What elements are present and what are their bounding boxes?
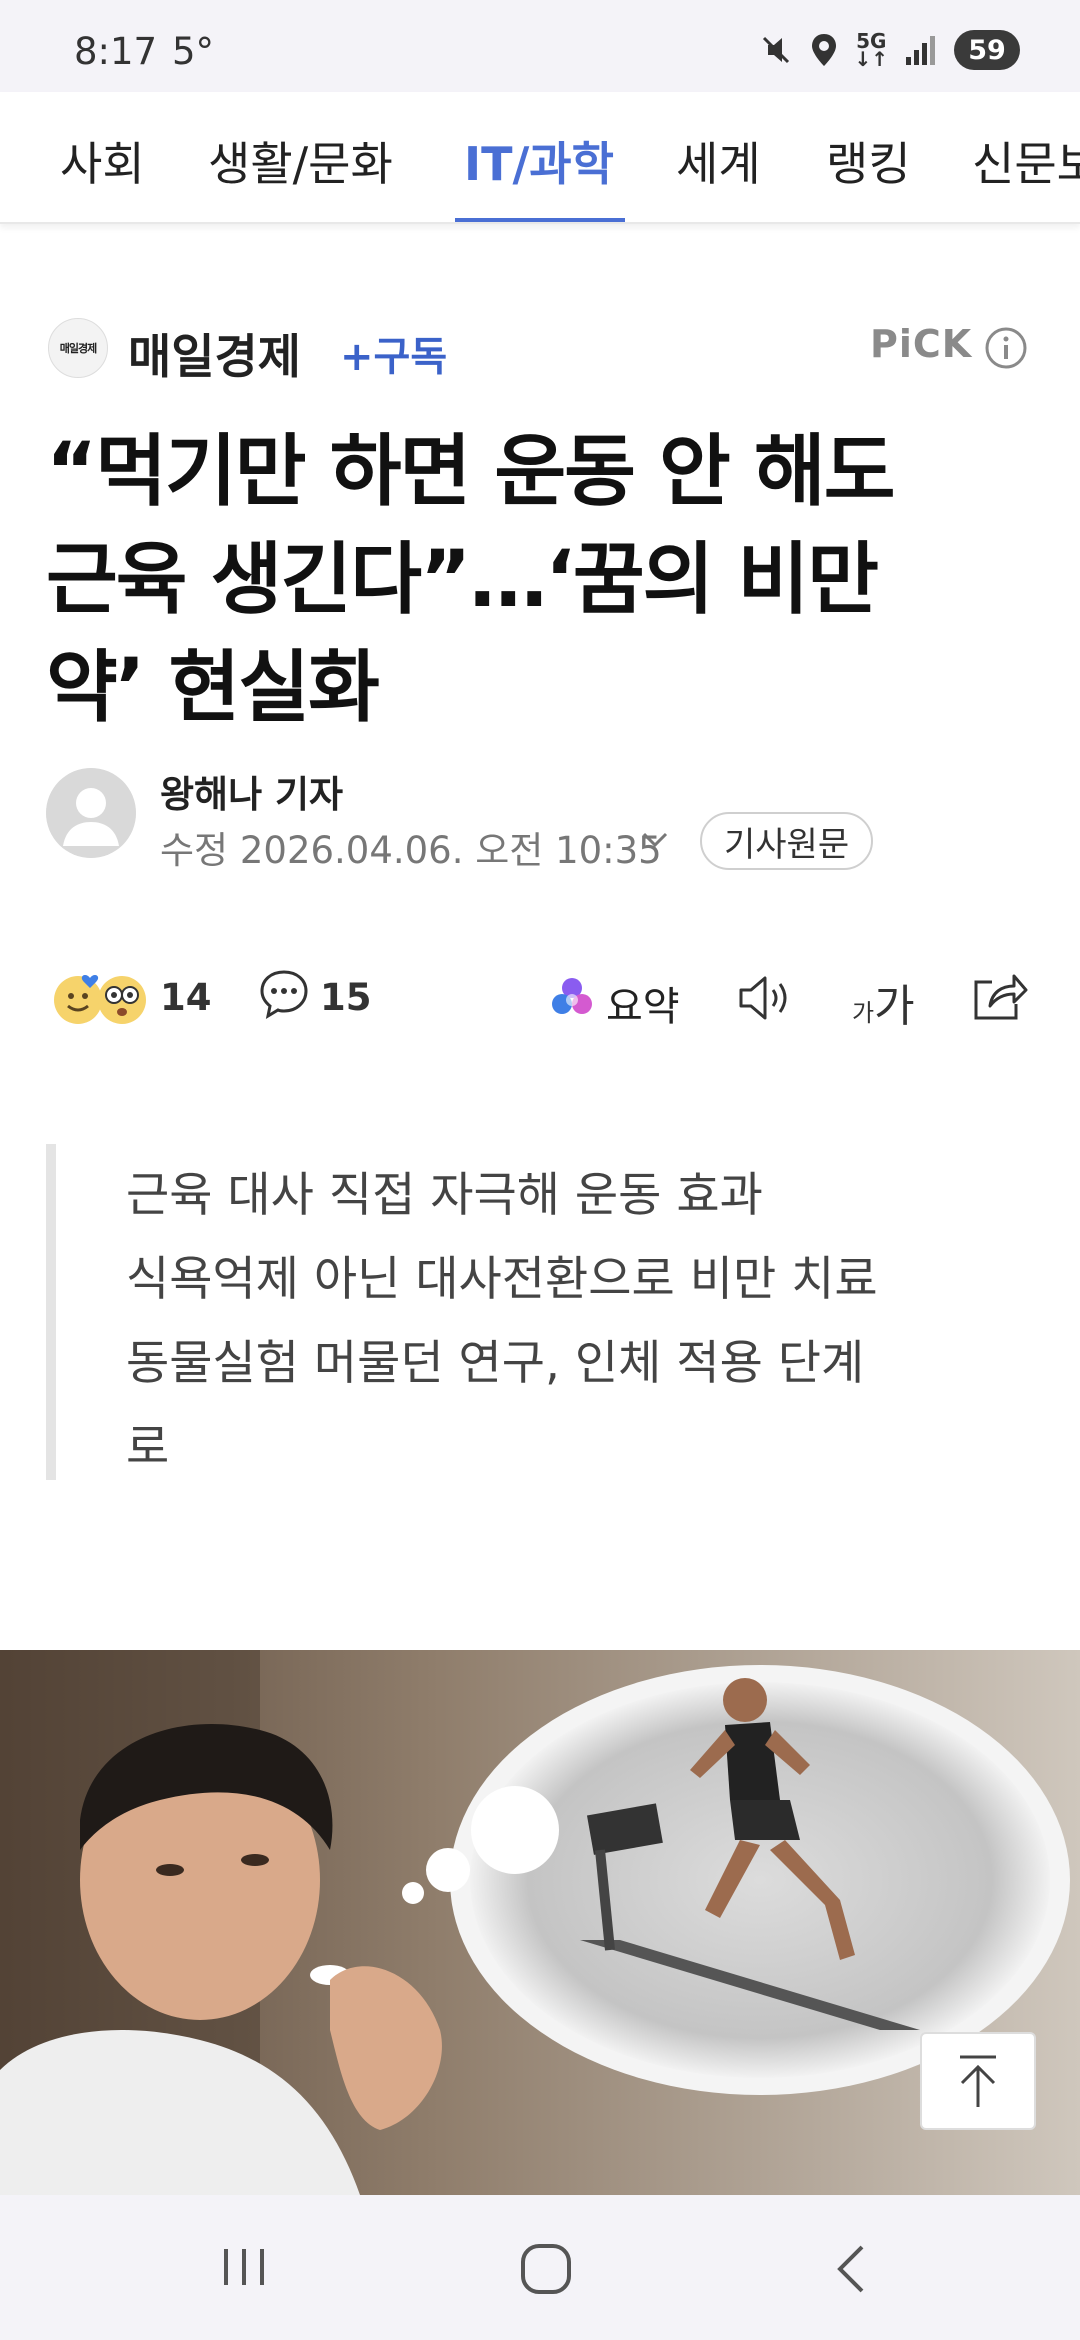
press-logo[interactable]: 매일경제 <box>48 318 108 378</box>
category-tabs: 사회 생활/문화 IT/과학 세계 랭킹 신문보 <box>0 92 1080 224</box>
reporter-avatar[interactable] <box>46 768 136 858</box>
headline-line: “먹기만 하면 운동 안 해도 <box>46 427 896 517</box>
summary-line: 동물실험 머물던 연구, 인체 적용 단계 <box>126 1336 865 1391</box>
tab-world[interactable]: 세계 <box>676 128 761 194</box>
recent-apps-icon[interactable] <box>218 2241 270 2293</box>
mute-icon <box>763 36 790 64</box>
comment-count[interactable]: 15 <box>320 976 372 1019</box>
article-summary: 근육 대사 직접 자극해 운동 효과 식욕억제 아닌 대사전환으로 비만 치료 … <box>46 1144 1046 1480</box>
home-icon[interactable] <box>518 2241 574 2297</box>
speaker-icon[interactable] <box>735 970 795 1026</box>
tab-it-science[interactable]: IT/과학 <box>464 128 614 194</box>
signal-icon <box>906 36 935 65</box>
info-icon[interactable] <box>984 326 1028 370</box>
sparkle-icon[interactable] <box>548 974 596 1022</box>
font-size-button[interactable]: 가가 <box>852 970 915 1034</box>
reaction-emoji-icon <box>54 975 146 1024</box>
original-article-button[interactable]: 기사원문 <box>700 812 874 870</box>
reporter-name[interactable]: 왕해나 기자 <box>160 764 343 818</box>
font-size-large: 가 <box>874 981 915 1032</box>
press-name[interactable]: 매일경제 <box>128 318 301 387</box>
summary-line: 근육 대사 직접 자극해 운동 효과 <box>126 1168 763 1223</box>
reaction-count: 14 <box>160 976 212 1019</box>
headline-line: 약’ 현실화 <box>46 643 380 733</box>
system-nav-bar <box>0 2195 1080 2340</box>
battery-indicator: 59 <box>954 30 1020 70</box>
headline-line: 근육 생긴다”…‘꿈의 비만 <box>46 535 879 625</box>
tab-life-culture[interactable]: 생활/문화 <box>208 128 393 194</box>
subscribe-button[interactable]: +구독 <box>340 324 447 382</box>
status-time: 8:17 <box>74 30 158 73</box>
status-temperature: 5° <box>172 30 215 73</box>
chevron-down-icon[interactable] <box>640 828 670 852</box>
location-icon <box>812 34 837 66</box>
summary-line: 식욕억제 아닌 대사전환으로 비만 치료 <box>126 1252 878 1307</box>
arrow-up-icon <box>960 2055 996 2107</box>
tab-newspaper[interactable]: 신문보 <box>972 128 1080 194</box>
article-headline: “먹기만 하면 운동 안 해도 근육 생긴다”…‘꿈의 비만 약’ 현실화 <box>46 418 1046 742</box>
reaction-button[interactable] <box>52 968 152 1028</box>
date-value: 2026.04.06. 오전 10:35 <box>239 829 662 872</box>
pick-badge: PiCK <box>870 322 973 366</box>
date-label: 수정 <box>160 829 229 872</box>
summary-line: 로 <box>126 1420 170 1475</box>
share-icon[interactable] <box>970 968 1028 1024</box>
article-image[interactable] <box>0 1650 1080 2195</box>
summary-button[interactable]: 요약 <box>606 974 680 1032</box>
comment-icon[interactable] <box>258 968 310 1020</box>
article-date: 수정 2026.04.06. 오전 10:35 <box>160 820 662 874</box>
tab-society[interactable]: 사회 <box>60 128 145 194</box>
active-tab-indicator <box>455 218 625 222</box>
status-bar: 8:17 5° 5G ↓↑ 59 <box>0 0 1080 92</box>
tab-ranking[interactable]: 랭킹 <box>826 128 911 194</box>
back-icon[interactable] <box>830 2241 870 2297</box>
status-icons: 5G ↓↑ 59 <box>758 30 1020 70</box>
network-5g-icon: 5G ↓↑ <box>854 29 888 71</box>
scroll-top-button[interactable] <box>920 2032 1036 2130</box>
font-size-small: 가 <box>852 999 875 1027</box>
